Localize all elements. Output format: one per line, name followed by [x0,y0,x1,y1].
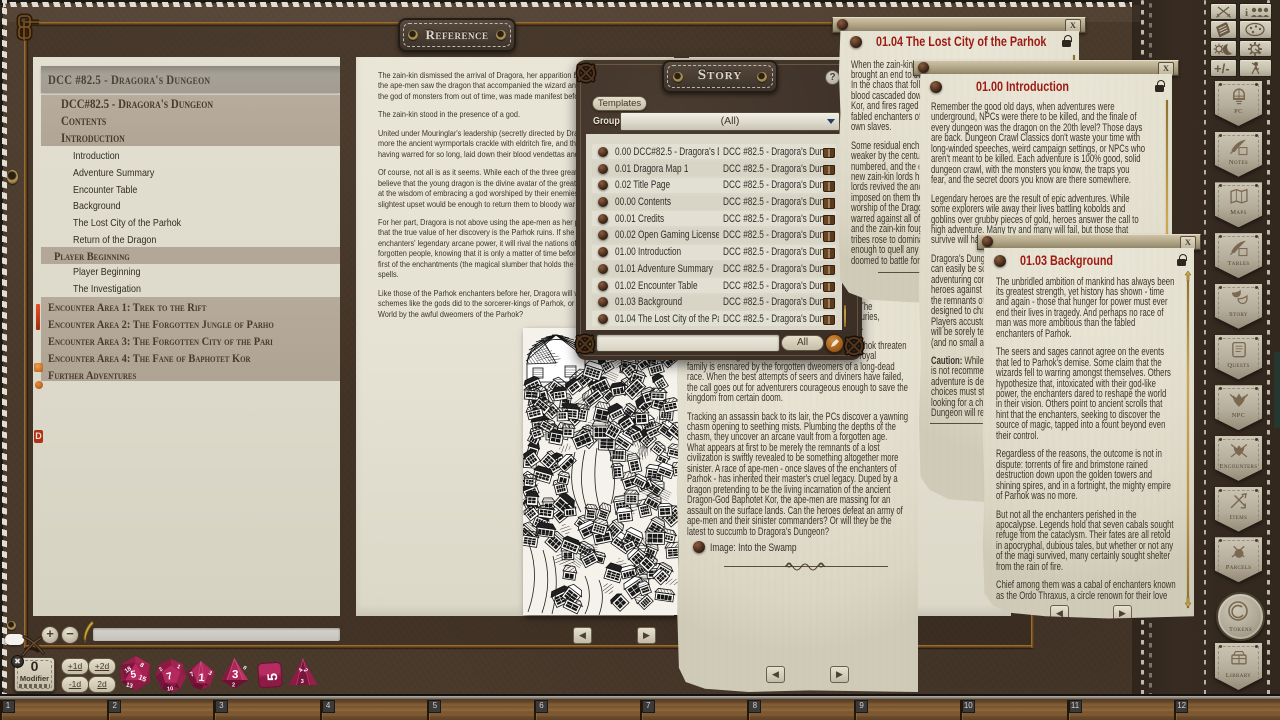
svg-text:3: 3 [232,669,239,681]
svg-text:10: 10 [167,686,174,693]
svg-text:6: 6 [241,665,247,672]
svg-text:2: 2 [232,683,235,689]
svg-text:+/-: +/- [1214,61,1230,76]
svg-text:5: 5 [264,672,281,681]
svg-text:i: i [1245,7,1248,19]
svg-text:1: 1 [198,672,205,684]
svg-text:3: 3 [301,679,304,685]
